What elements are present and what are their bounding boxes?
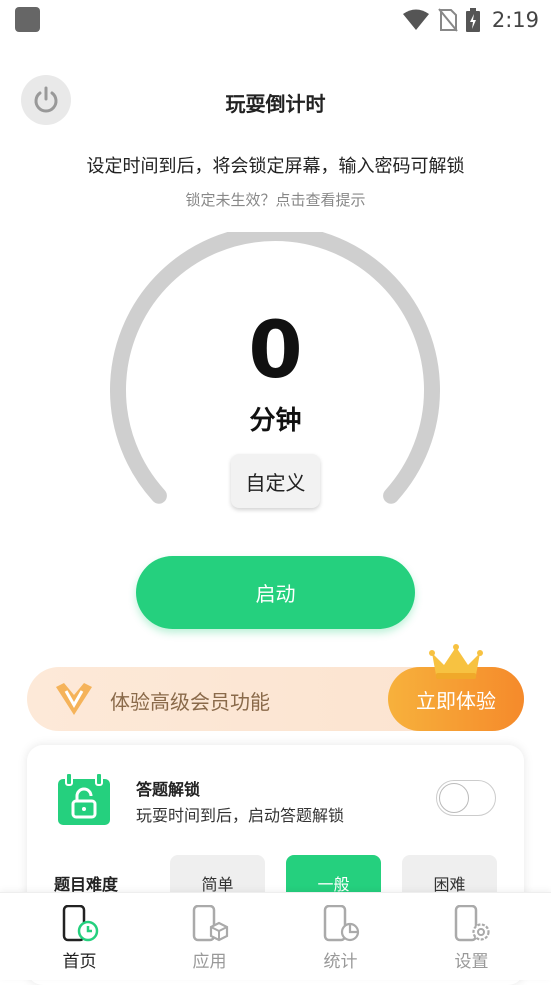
vip-text: 体验高级会员功能: [110, 690, 270, 714]
status-time: 2:19: [491, 8, 539, 32]
wifi-icon: [402, 9, 429, 30]
crown-icon: [429, 644, 483, 679]
stats-phone-chart-icon: [323, 905, 359, 942]
custom-time-button[interactable]: 自定义: [231, 454, 320, 508]
settings-phone-gear-icon: [454, 905, 490, 942]
gauge-unit: 分钟: [249, 406, 302, 436]
quiz-description: 玩耍时间到后，启动答题解锁: [136, 806, 345, 825]
nav-item-apps[interactable]: 应用: [141, 893, 278, 980]
gauge-value: 0: [248, 306, 303, 396]
calendar-lock-icon: [58, 773, 110, 825]
nav-label-home: 首页: [62, 952, 97, 972]
nav-item-settings[interactable]: 设置: [403, 893, 540, 980]
apps-phone-box-icon: [192, 905, 228, 942]
quiz-title: 答题解锁: [136, 780, 201, 799]
nav-item-stats[interactable]: 统计: [272, 893, 409, 980]
lock-hint-link[interactable]: 锁定未生效？点击查看提示: [0, 189, 551, 210]
nav-label-stats: 统计: [323, 952, 358, 972]
nav-label-apps: 应用: [192, 952, 227, 972]
status-bar: 2:19: [0, 0, 551, 40]
status-icons: 2:19: [402, 6, 539, 34]
bottom-nav: 首页 应用 统计 设置: [0, 892, 551, 980]
notification-icon: [15, 7, 40, 32]
no-sim-icon: [438, 8, 458, 32]
nav-item-home[interactable]: 首页: [11, 893, 148, 980]
battery-charging-icon: [465, 8, 480, 32]
nav-label-settings: 设置: [454, 952, 489, 972]
vip-diamond-icon: [56, 683, 92, 715]
toggle-knob: [439, 783, 469, 813]
quiz-unlock-toggle[interactable]: [436, 780, 496, 816]
home-phone-timer-icon: [62, 905, 98, 942]
page-title: 玩耍倒计时: [225, 92, 326, 116]
description-text: 设定时间到后，将会锁定屏幕，输入密码可解锁: [86, 156, 465, 177]
start-button[interactable]: 启动: [136, 556, 415, 629]
